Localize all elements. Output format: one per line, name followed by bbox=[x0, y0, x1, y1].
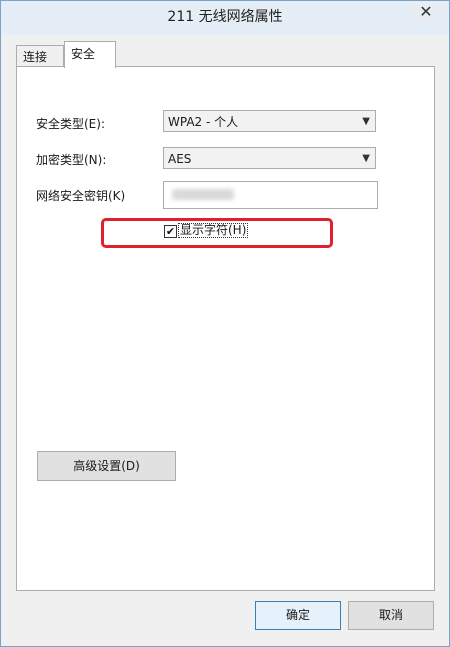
show-chars-checkbox[interactable]: ✔ bbox=[164, 225, 177, 238]
window-title: 211 无线网络属性 bbox=[167, 9, 283, 25]
close-button[interactable]: ✕ bbox=[409, 2, 443, 22]
check-icon: ✔ bbox=[165, 225, 176, 238]
show-chars-label[interactable]: 显示字符(H) bbox=[178, 223, 249, 238]
chevron-down-icon: ▼ bbox=[362, 116, 370, 127]
network-key-label: 网络安全密钥(K) bbox=[36, 189, 126, 203]
security-type-label: 安全类型(E): bbox=[36, 117, 105, 131]
properties-window: 211 无线网络属性 ✕ 连接 安全 安全类型(E): WPA2 - 个人 ▼ … bbox=[0, 0, 450, 647]
tab-bar: 连接 安全 bbox=[16, 41, 436, 68]
ok-button[interactable]: 确定 bbox=[255, 601, 341, 630]
title-bar[interactable]: 211 无线网络属性 ✕ bbox=[1, 1, 449, 35]
tab-security[interactable]: 安全 bbox=[64, 41, 116, 68]
cancel-button[interactable]: 取消 bbox=[348, 601, 434, 630]
chevron-down-icon: ▼ bbox=[362, 153, 370, 164]
encryption-type-value: AES bbox=[168, 152, 192, 166]
tab-connection[interactable]: 连接 bbox=[16, 45, 64, 68]
encryption-type-select[interactable]: AES ▼ bbox=[163, 147, 376, 169]
encryption-type-label: 加密类型(N): bbox=[36, 153, 107, 167]
obscured-key-text bbox=[172, 189, 234, 200]
security-panel: 安全类型(E): WPA2 - 个人 ▼ 加密类型(N): AES ▼ 网络安全… bbox=[16, 66, 435, 591]
security-type-select[interactable]: WPA2 - 个人 ▼ bbox=[163, 110, 376, 132]
security-type-value: WPA2 - 个人 bbox=[168, 115, 239, 129]
close-icon: ✕ bbox=[419, 2, 433, 21]
network-key-input[interactable] bbox=[163, 181, 378, 209]
advanced-settings-button[interactable]: 高级设置(D) bbox=[37, 451, 176, 481]
